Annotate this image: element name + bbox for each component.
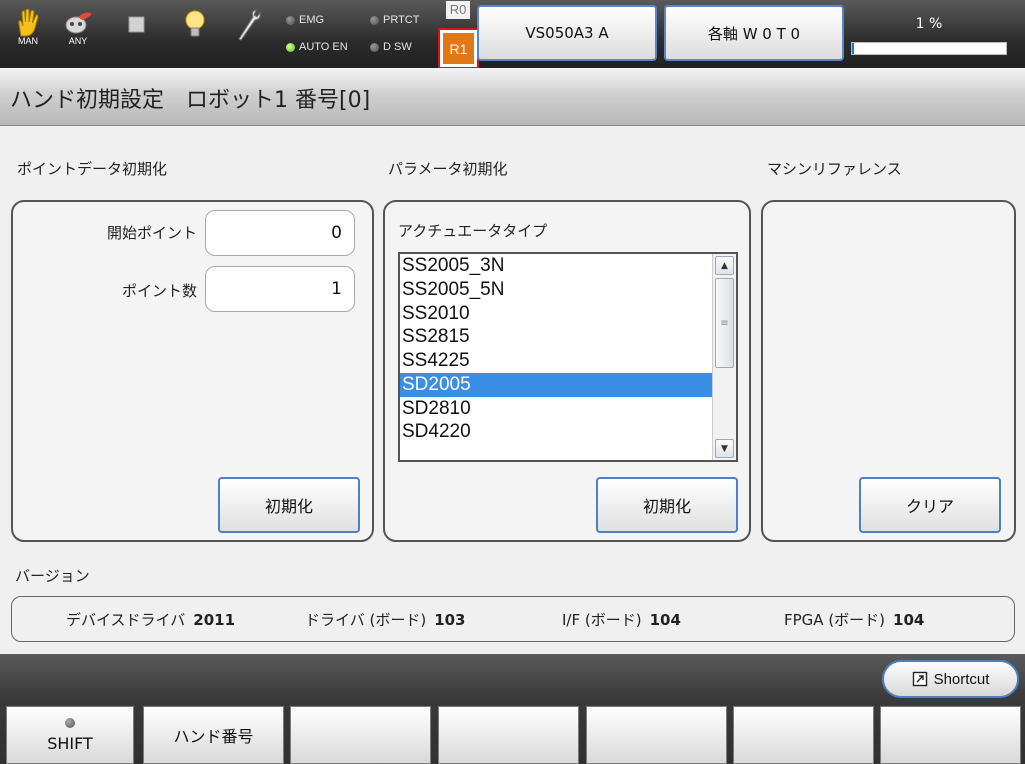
listbox-scrollbar[interactable]: ▲ ≡ ▼ xyxy=(712,254,736,460)
function-key-f3[interactable] xyxy=(290,706,431,764)
scroll-up-button[interactable]: ▲ xyxy=(715,256,734,275)
speed-bar xyxy=(851,42,1007,55)
auto-en-lamp: AUTO EN xyxy=(286,41,348,53)
actuator-list-item[interactable]: SS2010 xyxy=(400,302,712,326)
param-init-button[interactable]: 初期化 xyxy=(596,477,738,533)
hand-icon xyxy=(18,8,39,37)
lamp-indicator xyxy=(286,15,295,25)
actuator-type-listbox[interactable]: SS2005_3N SS2005_5N SS2010 SS2815 SS4225 SD20… xyxy=(398,252,738,462)
wrench-icon xyxy=(238,9,261,41)
actuator-list-item[interactable]: SS4225 xyxy=(400,349,712,373)
param-init-label: パラメータ初期化 xyxy=(388,160,508,178)
version-value: 104 xyxy=(893,611,925,629)
stop-square-icon xyxy=(128,16,145,33)
r1-label: R1 xyxy=(443,33,474,64)
shift-key[interactable]: SHIFT xyxy=(6,706,134,764)
lamp-indicator xyxy=(286,42,295,52)
lamp-label: EMG xyxy=(299,14,325,26)
function-key-f5[interactable] xyxy=(586,706,727,764)
speed-percent: 1 % xyxy=(915,16,943,32)
dsw-lamp: D SW xyxy=(370,41,412,53)
maintenance-button[interactable] xyxy=(228,8,268,60)
status-bar: MAN ANY EMG PRTCT AUTO EN D SW R0 R1 VS0… xyxy=(0,0,1025,69)
chevron-down-icon: ▼ xyxy=(721,443,728,454)
scroll-down-button[interactable]: ▼ xyxy=(715,439,734,458)
version-device-driver: デバイスドライバ 2011 xyxy=(66,609,235,630)
point-count-input[interactable]: 1 xyxy=(205,266,355,312)
point-init-panel: 開始ポイント 0 ポイント数 1 初期化 xyxy=(11,200,374,542)
point-count-label: ポイント数 xyxy=(121,282,197,300)
shortcut-icon xyxy=(912,671,927,687)
light-button[interactable] xyxy=(175,8,215,60)
chevron-up-icon: ▲ xyxy=(721,260,728,271)
version-name: FPGA (ボード) xyxy=(784,611,886,629)
version-name: ドライバ (ボード) xyxy=(305,611,427,629)
version-value: 103 xyxy=(434,611,466,629)
actuator-list-item[interactable]: SD2810 xyxy=(400,397,712,421)
lamp-label: AUTO EN xyxy=(299,41,348,53)
axis-mode-button[interactable]: 各軸 W 0 T 0 xyxy=(664,5,844,61)
speed-bar-fill xyxy=(852,43,854,54)
r0-tab[interactable]: R0 xyxy=(446,1,470,19)
actuator-list[interactable]: SS2005_3N SS2005_5N SS2010 SS2815 SS4225 SD20… xyxy=(400,254,712,460)
mode-caption: ANY xyxy=(68,36,88,46)
version-if-board: I/F (ボード) 104 xyxy=(562,609,681,630)
lamp-label: D SW xyxy=(383,41,412,53)
clear-button[interactable]: クリア xyxy=(859,477,1001,533)
actuator-list-item[interactable]: SS2005_3N xyxy=(400,254,712,278)
mode-man-button[interactable]: MAN xyxy=(8,8,48,60)
prtct-lamp: PRTCT xyxy=(370,14,419,26)
version-driver-board: ドライバ (ボード) 103 xyxy=(305,609,466,630)
start-point-input[interactable]: 0 xyxy=(205,210,355,256)
version-name: I/F (ボード) xyxy=(562,611,642,629)
version-fpga-board: FPGA (ボード) 104 xyxy=(784,609,924,630)
function-key-f4[interactable] xyxy=(438,706,579,764)
actuator-list-item[interactable]: SS2815 xyxy=(400,325,712,349)
version-name: デバイスドライバ xyxy=(66,611,186,629)
r1-selector[interactable]: R1 xyxy=(438,28,479,69)
mode-any-button[interactable]: ANY xyxy=(58,8,98,60)
start-point-label: 開始ポイント xyxy=(106,224,197,242)
actuator-type-label: アクチュエータタイプ xyxy=(398,222,548,240)
robot-type-button[interactable]: VS050A3 A xyxy=(477,5,657,61)
version-value: 104 xyxy=(649,611,681,629)
title-bar: ハンド初期設定 ロボット1 番号[0] xyxy=(0,68,1025,126)
lamp-label: PRTCT xyxy=(383,14,420,26)
function-key-f6[interactable] xyxy=(733,706,874,764)
param-init-panel: アクチュエータタイプ SS2005_3N SS2005_5N SS2010 SS281… xyxy=(383,200,751,542)
lamp-indicator xyxy=(370,15,379,25)
grip-icon: ≡ xyxy=(720,317,729,329)
machine-ref-label: マシンリファレンス xyxy=(767,160,902,178)
emg-lamp: EMG xyxy=(286,14,324,26)
scrollbar-thumb[interactable]: ≡ xyxy=(715,278,734,368)
shift-key-label: SHIFT xyxy=(47,733,93,753)
shortcut-label: Shortcut xyxy=(933,670,990,688)
actuator-list-item[interactable]: SS2005_5N xyxy=(400,278,712,302)
actuator-list-item[interactable]: SD2005 xyxy=(400,372,712,397)
shortcut-button[interactable]: Shortcut xyxy=(882,660,1019,698)
machine-ref-panel: クリア xyxy=(761,200,1016,542)
point-init-label: ポイントデータ初期化 xyxy=(17,160,168,178)
stop-button[interactable] xyxy=(116,8,156,60)
version-value: 2011 xyxy=(193,611,236,629)
function-key-f7[interactable] xyxy=(880,706,1021,764)
shift-led-indicator xyxy=(65,717,75,728)
hand-number-key[interactable]: ハンド番号 xyxy=(143,706,284,764)
actuator-list-item[interactable]: SD4220 xyxy=(400,420,712,444)
lamp-indicator xyxy=(370,42,379,52)
robot-face-icon xyxy=(65,12,92,34)
point-init-button[interactable]: 初期化 xyxy=(218,477,360,533)
version-label: バージョン xyxy=(15,567,90,585)
mode-caption: MAN xyxy=(18,36,38,46)
lightbulb-icon xyxy=(185,10,205,37)
page-title: ハンド初期設定 ロボット1 番号[0] xyxy=(10,88,371,113)
version-bar: デバイスドライバ 2011 ドライバ (ボード) 103 I/F (ボード) 104 … xyxy=(11,596,1015,642)
